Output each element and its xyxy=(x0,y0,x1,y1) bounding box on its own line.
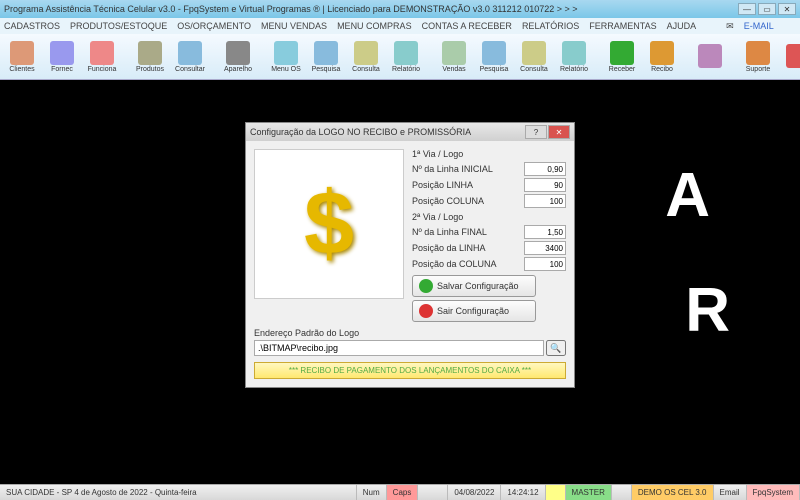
menu-item[interactable]: MENU VENDAS xyxy=(261,21,327,31)
pos-linha-input[interactable] xyxy=(524,178,566,192)
via2-header: 2ª Via / Logo xyxy=(412,212,566,222)
dialog-close-button[interactable]: ✕ xyxy=(548,125,570,139)
status-city: SUA CIDADE - SP 4 de Agosto de 2022 - Qu… xyxy=(0,485,357,500)
field-label: Nº da Linha FINAL xyxy=(412,227,487,237)
toolbar-icon xyxy=(394,41,418,65)
toolbar-icon xyxy=(698,44,722,68)
toolbar-button-icon[interactable] xyxy=(780,44,800,69)
via1-header: 1ª Via / Logo xyxy=(412,149,566,159)
check-icon xyxy=(419,279,433,293)
exit-config-button[interactable]: Sair Configuração xyxy=(412,300,536,322)
logo-path-input[interactable] xyxy=(254,340,544,356)
browse-button[interactable]: 🔍 xyxy=(546,340,566,356)
toolbar-icon xyxy=(354,41,378,65)
status-caps: Caps xyxy=(387,485,419,500)
toolbar-button-menu os[interactable]: Menu OS xyxy=(268,41,304,73)
menu-item[interactable]: PRODUTOS/ESTOQUE xyxy=(70,21,167,31)
window-controls: — ▭ ✕ xyxy=(738,3,796,15)
maximize-button[interactable]: ▭ xyxy=(758,3,776,15)
minimize-button[interactable]: — xyxy=(738,3,756,15)
toolbar-button-funciona[interactable]: Funciona xyxy=(84,41,120,73)
save-config-button[interactable]: Salvar Configuração xyxy=(412,275,536,297)
status-demo: DEMO OS CEL 3.0 xyxy=(632,485,714,500)
toolbar-icon xyxy=(610,41,634,65)
toolbar-button-pesquisa[interactable]: Pesquisa xyxy=(476,41,512,73)
email-link[interactable]: E-MAIL xyxy=(744,21,774,31)
toolbar-icon xyxy=(178,41,202,65)
toolbar-button-produtos[interactable]: Produtos xyxy=(132,41,168,73)
status-email[interactable]: Email xyxy=(714,485,747,500)
toolbar-icon xyxy=(10,41,34,65)
status-num: Num xyxy=(357,485,387,500)
toolbar-button-consulta[interactable]: Consulta xyxy=(516,41,552,73)
toolbar-button-aparelho[interactable]: Aparelho xyxy=(220,41,256,73)
path-label: Endereço Padrão do Logo xyxy=(254,328,566,338)
toolbar-button-clientes[interactable]: Clientes xyxy=(4,41,40,73)
dollar-icon: $ xyxy=(304,173,354,276)
toolbar-button-icon[interactable] xyxy=(692,44,728,69)
toolbar-icon xyxy=(562,41,586,65)
status-master: MASTER xyxy=(566,485,612,500)
menu-item[interactable]: OS/ORÇAMENTO xyxy=(177,21,251,31)
statusbar: SUA CIDADE - SP 4 de Agosto de 2022 - Qu… xyxy=(0,484,800,500)
main-area: ASSISTÊNCIA TÉCNICA ESPECIALIZADA A R Co… xyxy=(0,80,800,484)
toolbar-icon xyxy=(482,41,506,65)
dialog-titlebar: Configuração da LOGO NO RECIBO e PROMISS… xyxy=(246,123,574,141)
toolbar-icon xyxy=(786,44,800,68)
dialog-title: Configuração da LOGO NO RECIBO e PROMISS… xyxy=(250,127,471,137)
status-date: 04/08/2022 xyxy=(448,485,501,500)
exit-icon xyxy=(419,304,433,318)
pos-coluna2-input[interactable] xyxy=(524,257,566,271)
toolbar-icon xyxy=(314,41,338,65)
toolbar-button-consulta[interactable]: Consulta xyxy=(348,41,384,73)
toolbar-icon xyxy=(650,41,674,65)
menu-item[interactable]: MENU COMPRAS xyxy=(337,21,412,31)
toolbar-icon xyxy=(90,41,114,65)
field-label: Posição da LINHA xyxy=(412,243,486,253)
field-label: Posição LINHA xyxy=(412,180,473,190)
menu-item[interactable]: CONTAS A RECEBER xyxy=(422,21,512,31)
toolbar-button-suporte[interactable]: Suporte xyxy=(740,41,776,73)
toolbar-button-consultar[interactable]: Consultar xyxy=(172,41,208,73)
close-button[interactable]: ✕ xyxy=(778,3,796,15)
menu-item[interactable]: RELATÓRIOS xyxy=(522,21,579,31)
linha-inicial-input[interactable] xyxy=(524,162,566,176)
toolbar-button-pesquisa[interactable]: Pesquisa xyxy=(308,41,344,73)
toolbar: ClientesFornecFunciona ProdutosConsultar A… xyxy=(0,34,800,80)
field-label: Nº da Linha INICIAL xyxy=(412,164,493,174)
toolbar-button-relatório[interactable]: Relatório xyxy=(388,41,424,73)
brand-fragment: A xyxy=(665,160,710,231)
menu-item[interactable]: AJUDA xyxy=(667,21,697,31)
toolbar-button-relatório[interactable]: Relatório xyxy=(556,41,592,73)
config-dialog: Configuração da LOGO NO RECIBO e PROMISS… xyxy=(245,122,575,388)
linha-final-input[interactable] xyxy=(524,225,566,239)
toolbar-icon xyxy=(746,41,770,65)
menubar: CADASTROS PRODUTOS/ESTOQUE OS/ORÇAMENTO … xyxy=(0,18,800,34)
toolbar-icon xyxy=(442,41,466,65)
pos-linha2-input[interactable] xyxy=(524,241,566,255)
toolbar-icon xyxy=(522,41,546,65)
toolbar-icon xyxy=(138,41,162,65)
field-label: Posição COLUNA xyxy=(412,196,484,206)
toolbar-icon xyxy=(226,41,250,65)
window-title: Programa Assistência Técnica Celular v3.… xyxy=(4,4,578,14)
dialog-banner: *** RECIBO DE PAGAMENTO DOS LANÇAMENTOS … xyxy=(254,362,566,379)
status-fpq[interactable]: FpqSystem xyxy=(747,485,800,500)
logo-preview: $ xyxy=(254,149,404,299)
toolbar-button-vendas[interactable]: Vendas xyxy=(436,41,472,73)
toolbar-button-recibo[interactable]: Recibo xyxy=(644,41,680,73)
toolbar-button-receber[interactable]: Receber xyxy=(604,41,640,73)
dialog-help-button[interactable]: ? xyxy=(525,125,547,139)
status-time: 14:24:12 xyxy=(501,485,545,500)
toolbar-icon xyxy=(50,41,74,65)
toolbar-button-fornec[interactable]: Fornec xyxy=(44,41,80,73)
field-label: Posição da COLUNA xyxy=(412,259,497,269)
toolbar-icon xyxy=(274,41,298,65)
menu-item[interactable]: CADASTROS xyxy=(4,21,60,31)
brand-fragment: R xyxy=(685,275,730,346)
menu-item[interactable]: FERRAMENTAS xyxy=(589,21,656,31)
window-titlebar: Programa Assistência Técnica Celular v3.… xyxy=(0,0,800,18)
pos-coluna-input[interactable] xyxy=(524,194,566,208)
